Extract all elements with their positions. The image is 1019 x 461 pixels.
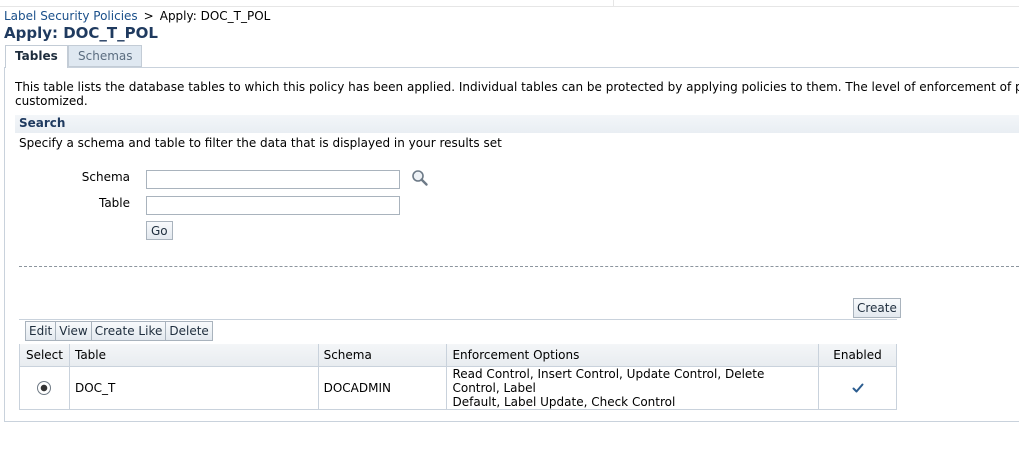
table-label: Table — [98, 196, 130, 210]
tab-schemas[interactable]: Schemas — [68, 45, 142, 67]
column-header-schema[interactable]: Schema — [317, 344, 448, 367]
create-like-button[interactable]: Create Like — [91, 321, 167, 341]
description-text: This table lists the database tables to … — [15, 80, 1019, 94]
results-table: Select Table Schema Enforcement Options … — [19, 344, 897, 410]
search-header-bar — [15, 115, 1019, 133]
results-top-border — [19, 319, 897, 320]
top-border-divider — [613, 0, 614, 6]
column-header-table[interactable]: Table — [68, 344, 319, 367]
create-button[interactable]: Create — [853, 298, 901, 318]
column-header-select: Select — [19, 344, 70, 367]
section-divider — [19, 266, 1019, 267]
schema-label: Schema — [81, 170, 130, 184]
tab-tables[interactable]: Tables — [5, 45, 68, 68]
enforcement-options-line: Read Control, Insert Control, Update Con… — [452, 366, 765, 395]
row-select-radio[interactable] — [37, 380, 52, 395]
breadcrumb: Label Security Policies > Apply: DOC_T_POL — [4, 9, 270, 24]
description-text-continued: customized. — [15, 94, 88, 108]
results-toolbar: Edit View Create Like Delete — [25, 321, 213, 341]
enforcement-options-line: Default, Label Update, Check Control — [452, 394, 676, 409]
column-header-enforcement-options[interactable]: Enforcement Options — [446, 344, 819, 367]
select-cell — [19, 365, 70, 410]
page-title: Apply: DOC_T_POL — [4, 24, 158, 42]
schema-input[interactable] — [146, 170, 400, 189]
search-help-text: Specify a schema and table to filter the… — [19, 136, 502, 150]
go-button[interactable]: Go — [146, 221, 173, 240]
enabled-cell — [818, 365, 897, 410]
checkmark-icon — [852, 383, 863, 393]
top-border — [0, 6, 1019, 7]
table-name-cell: DOC_T — [68, 365, 319, 410]
breadcrumb-link-label-security-policies[interactable]: Label Security Policies — [4, 9, 138, 23]
table-header-row: Select Table Schema Enforcement Options … — [19, 344, 897, 367]
table-row: DOC_T DOCADMIN Read Control, Insert Cont… — [19, 365, 897, 410]
schema-cell: DOCADMIN — [317, 365, 448, 410]
delete-button[interactable]: Delete — [166, 321, 213, 341]
breadcrumb-current: Apply: DOC_T_POL — [159, 9, 271, 23]
column-header-enabled[interactable]: Enabled — [818, 344, 897, 367]
table-input[interactable] — [146, 196, 400, 215]
search-icon[interactable] — [410, 168, 430, 188]
edit-button[interactable]: Edit — [25, 321, 57, 341]
search-section-title: Search — [19, 116, 66, 130]
view-button[interactable]: View — [56, 321, 92, 341]
enforcement-options-cell: Read Control, Insert Control, Update Con… — [446, 365, 819, 410]
breadcrumb-separator: > — [143, 9, 154, 23]
